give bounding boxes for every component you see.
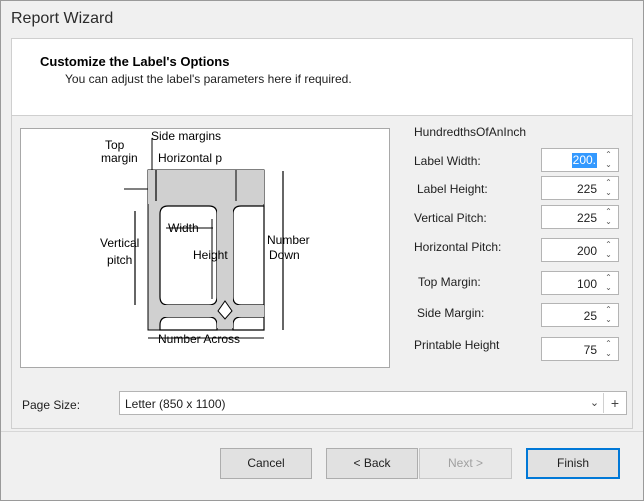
label-height-spinner[interactable]: 225 ⌃ ⌄: [541, 176, 619, 200]
top-margin-text-1: Top: [105, 138, 125, 152]
number-down-text-2: Down: [269, 248, 300, 262]
side-margin-label: Side Margin:: [417, 306, 485, 320]
side-margin-spin-buttons[interactable]: ⌃ ⌄: [600, 305, 617, 325]
height-text: Height: [193, 248, 228, 262]
horizontal-pitch-text: Horizontal p: [158, 151, 222, 165]
label-diagram-drawing: Top margin Side margins Horizontal p Wid…: [100, 129, 310, 346]
chevron-up-icon[interactable]: ⌃: [600, 150, 617, 160]
window-title: Report Wizard: [11, 10, 114, 27]
chevron-up-icon[interactable]: ⌃: [600, 305, 617, 315]
vertical-pitch-spin-buttons[interactable]: ⌃ ⌄: [600, 207, 617, 227]
chevron-up-icon[interactable]: ⌃: [600, 273, 617, 283]
page-size-value[interactable]: Letter (850 x 1100): [125, 397, 226, 411]
page-size-label: Page Size:: [22, 398, 81, 412]
plus-icon[interactable]: +: [606, 393, 624, 413]
printable-height-spinner[interactable]: 75 ⌃ ⌄: [541, 337, 619, 361]
top-margin-spin-buttons[interactable]: ⌃ ⌄: [600, 273, 617, 293]
chevron-down-icon[interactable]: ⌄: [600, 188, 617, 198]
report-wizard-window: Report Wizard Customize the Label's Opti…: [0, 0, 644, 501]
label-diagram: Top margin Side margins Horizontal p Wid…: [20, 128, 390, 368]
label-height-label: Label Height:: [417, 182, 488, 196]
number-down-text-1: Number: [267, 233, 310, 247]
chevron-down-icon[interactable]: ⌄: [600, 283, 617, 293]
vertical-pitch-label: Vertical Pitch:: [414, 211, 487, 225]
top-margin-label: Top Margin:: [418, 275, 481, 289]
vertical-pitch-text-1: Vertical: [100, 236, 139, 250]
label-shape-2: [232, 205, 265, 306]
chevron-down-icon[interactable]: ⌄: [600, 315, 617, 325]
title-bar: Report Wizard: [1, 1, 643, 37]
label-shape-4: [232, 316, 265, 331]
side-margins-text: Side margins: [151, 129, 221, 143]
page-size-dropdown[interactable]: Letter (850 x 1100) ⌄ +: [119, 391, 627, 415]
horizontal-pitch-spin-buttons[interactable]: ⌃ ⌄: [600, 240, 617, 260]
printable-height-value[interactable]: 75: [584, 343, 597, 357]
number-across-text: Number Across: [158, 332, 240, 346]
units-label: HundredthsOfAnInch: [414, 125, 527, 139]
chevron-up-icon[interactable]: ⌃: [600, 207, 617, 217]
chevron-down-icon[interactable]: ⌄: [600, 217, 617, 227]
cancel-button[interactable]: Cancel: [220, 448, 312, 479]
wizard-header: Customize the Label's Options You can ad…: [11, 38, 633, 116]
label-width-spinner[interactable]: 200. ⌃ ⌄: [541, 148, 619, 172]
label-height-value[interactable]: 225: [577, 182, 597, 196]
printable-height-spin-buttons[interactable]: ⌃ ⌄: [600, 339, 617, 359]
label-width-value[interactable]: 200.: [571, 153, 597, 168]
finish-button[interactable]: Finish: [526, 448, 620, 479]
chevron-down-icon[interactable]: ⌄: [600, 349, 617, 359]
horizontal-pitch-value[interactable]: 200: [577, 244, 597, 258]
chevron-down-icon[interactable]: ⌄: [600, 160, 617, 170]
vertical-pitch-value[interactable]: 225: [577, 211, 597, 225]
top-margin-text-2: margin: [101, 151, 138, 165]
side-margin-value[interactable]: 25: [584, 309, 597, 323]
page-subtitle: You can adjust the label's parameters he…: [65, 72, 352, 86]
chevron-up-icon[interactable]: ⌃: [600, 240, 617, 250]
label-height-spin-buttons[interactable]: ⌃ ⌄: [600, 178, 617, 198]
vertical-pitch-text-2: pitch: [107, 253, 132, 267]
chevron-up-icon[interactable]: ⌃: [600, 339, 617, 349]
row-gap: [160, 305, 264, 317]
printable-height-label: Printable Height: [414, 338, 500, 352]
width-text: Width: [168, 221, 199, 235]
label-shape-3: [159, 316, 218, 331]
side-margin-spinner[interactable]: 25 ⌃ ⌄: [541, 303, 619, 327]
horizontal-pitch-label: Horizontal Pitch:: [414, 240, 502, 254]
top-margin-band: [148, 170, 264, 204]
page-title: Customize the Label's Options: [40, 54, 230, 69]
vertical-pitch-spinner[interactable]: 225 ⌃ ⌄: [541, 205, 619, 229]
chevron-up-icon[interactable]: ⌃: [600, 178, 617, 188]
footer-divider: [1, 431, 643, 432]
chevron-down-icon[interactable]: ⌄: [600, 250, 617, 260]
label-width-spin-buttons[interactable]: ⌃ ⌄: [600, 150, 617, 170]
chevron-down-icon[interactable]: ⌄: [586, 393, 604, 413]
top-margin-value[interactable]: 100: [577, 277, 597, 291]
top-margin-spinner[interactable]: 100 ⌃ ⌄: [541, 271, 619, 295]
next-button[interactable]: Next >: [419, 448, 512, 479]
back-button[interactable]: < Back: [326, 448, 418, 479]
horizontal-pitch-spinner[interactable]: 200 ⌃ ⌄: [541, 238, 619, 262]
label-width-label: Label Width:: [414, 154, 481, 168]
